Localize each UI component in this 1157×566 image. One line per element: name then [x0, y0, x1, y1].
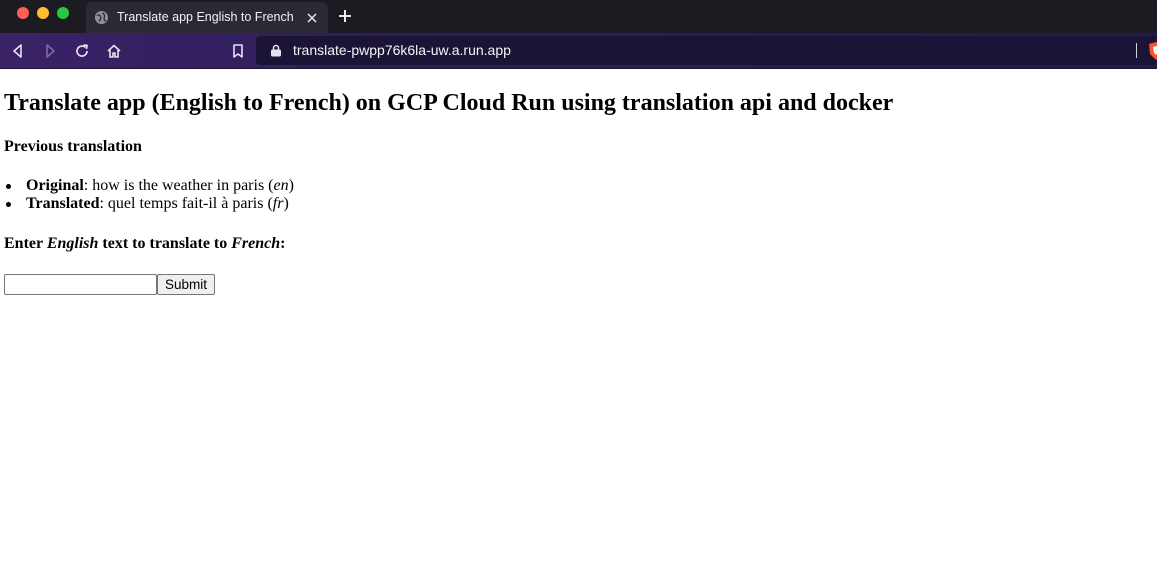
enter-lang-from: English: [46, 235, 99, 252]
list-item-original: Original: how is the weather in paris (e…: [4, 177, 294, 195]
toolbar-divider: [1136, 43, 1137, 58]
address-bar[interactable]: translate-pwpp76k6la-uw.a.run.app: [256, 36, 1157, 65]
browser-tab-bar: Translate app English to French: [0, 0, 1157, 33]
plus-icon[interactable]: [338, 9, 352, 23]
enter-part2: text to translate to: [98, 235, 232, 252]
url-text: translate-pwpp76k6la-uw.a.run.app: [293, 42, 511, 58]
original-text: : how is the weather in paris (: [83, 177, 274, 194]
original-close-paren: ): [288, 177, 294, 194]
minimize-window-button[interactable]: [37, 7, 49, 19]
reload-icon[interactable]: [74, 43, 90, 59]
translated-label: Translated: [26, 195, 100, 212]
forward-icon[interactable]: [42, 43, 58, 59]
original-lang: en: [273, 177, 289, 194]
enter-text-heading: Enter English text to translate to Frenc…: [4, 235, 285, 253]
list-item-translated: Translated: quel temps fait-il à paris (…: [4, 195, 294, 213]
original-label: Original: [26, 177, 84, 194]
globe-icon: [94, 10, 109, 25]
enter-part1: Enter: [4, 235, 47, 252]
home-icon[interactable]: [106, 43, 122, 59]
enter-part3: :: [280, 235, 286, 252]
translated-lang: fr: [272, 195, 284, 212]
previous-translation-heading: Previous translation: [4, 138, 142, 155]
enter-lang-to: French: [231, 235, 281, 252]
back-icon[interactable]: [10, 43, 26, 59]
bookmark-icon[interactable]: [230, 43, 246, 59]
brave-shield-icon[interactable]: [1147, 41, 1157, 61]
tab-title: Translate app English to French: [117, 10, 294, 24]
page-content: Translate app (English to French) on GCP…: [0, 69, 1157, 566]
maximize-window-button[interactable]: [57, 7, 69, 19]
close-icon[interactable]: [305, 11, 319, 25]
previous-translation-list: Original: how is the weather in paris (e…: [4, 177, 294, 213]
page-title: Translate app (English to French) on GCP…: [4, 90, 894, 116]
translated-text: : quel temps fait-il à paris (: [99, 195, 273, 212]
submit-button[interactable]: Submit: [157, 274, 215, 295]
text-input[interactable]: [4, 274, 157, 295]
lock-icon: [271, 44, 281, 57]
close-window-button[interactable]: [17, 7, 29, 19]
browser-tab[interactable]: Translate app English to French: [86, 2, 328, 33]
translated-close-paren: ): [283, 195, 289, 212]
browser-toolbar: translate-pwpp76k6la-uw.a.run.app: [0, 33, 1157, 69]
